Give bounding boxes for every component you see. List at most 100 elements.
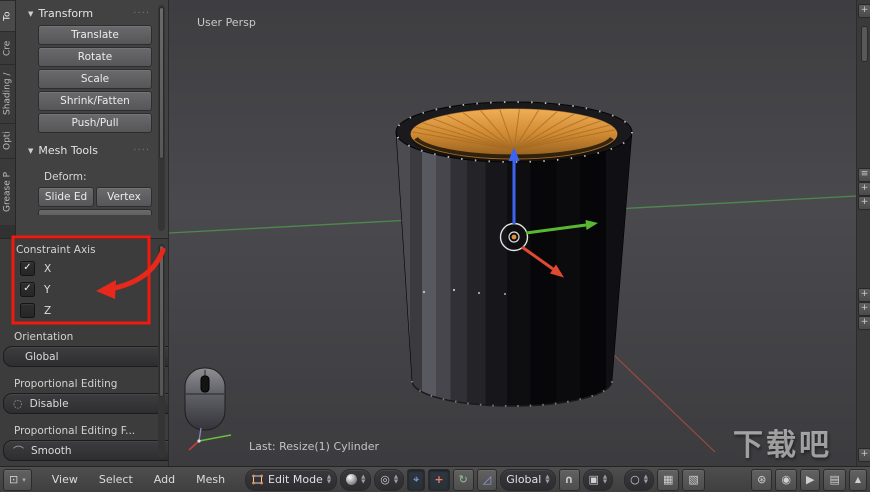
smooth-falloff-icon: ⌒	[13, 443, 24, 459]
rotate-button[interactable]: Rotate	[38, 47, 152, 67]
region-widget-button[interactable]: +	[858, 196, 870, 210]
viewport-shading-dropdown[interactable]: ▲▼	[340, 469, 371, 491]
editor-type-button[interactable]: ⊡ ▾	[3, 469, 32, 491]
layers-grid-icon: ▦	[663, 473, 673, 486]
snap-toggle-button[interactable]: ∩	[559, 469, 580, 491]
menu-select[interactable]: Select	[90, 473, 142, 486]
orientation-dropdown[interactable]: Global ▲▼	[3, 346, 182, 367]
proportional-editing-dropdown[interactable]: ◌ Disable ▲▼	[3, 393, 182, 414]
dropdown-arrow-icon: ▾	[22, 476, 26, 484]
occlude-geometry-icon: ▧	[688, 473, 698, 486]
interaction-mode-dropdown[interactable]: Edit Mode ▲▼	[245, 469, 337, 491]
manipulator-scale-button[interactable]: ◿	[477, 469, 497, 491]
tool-shelf-scrollbar[interactable]	[158, 5, 165, 231]
scale-manipulator-icon: ◿	[483, 473, 491, 486]
expand-panel-button[interactable]: +	[858, 288, 870, 302]
tab-tools[interactable]: To	[0, 0, 15, 31]
magnet-icon: ∩	[565, 473, 574, 486]
constraint-axis-z[interactable]: Z	[20, 303, 51, 318]
proportional-editing-dropdown-header[interactable]: ○ ▲▼	[624, 469, 654, 491]
blender-window: To Cre Shading / Opti Grease P ▼ Transfo…	[0, 0, 870, 492]
vertex-dot	[423, 291, 425, 293]
vertex-dot	[504, 293, 506, 295]
screen-layout-button[interactable]: ▤	[823, 469, 845, 491]
view-name-label: User Persp	[197, 16, 256, 29]
panel-grip-icon[interactable]: ····	[133, 145, 150, 156]
render-opengl-button[interactable]: ◉	[775, 469, 797, 491]
checkbox-y[interactable]: ✓	[20, 282, 35, 297]
settings-button[interactable]: ⊛	[751, 469, 772, 491]
checkbox-x[interactable]: ✓	[20, 261, 35, 276]
scrollbar-thumb[interactable]	[159, 245, 164, 397]
translate-button[interactable]: Translate	[38, 25, 152, 45]
menu-mesh[interactable]: Mesh	[187, 473, 234, 486]
mouse-graphic	[185, 368, 225, 430]
last-operator-status: Last: Resize(1) Cylinder	[249, 440, 379, 453]
constraint-axis-label: Constraint Axis	[16, 244, 96, 256]
proportional-editing-icon: ○	[630, 473, 640, 486]
render-still-icon: ◉	[781, 473, 791, 486]
expand-panel-button[interactable]: +	[858, 448, 870, 462]
stepper-arrows-icon: ▲▼	[545, 475, 549, 485]
tab-shading-uvs[interactable]: Shading /	[0, 64, 15, 123]
layers-widget-button[interactable]: ▦	[657, 469, 679, 491]
expand-panel-button[interactable]: +	[858, 316, 870, 330]
constraint-axis-x[interactable]: ✓ X	[20, 261, 51, 276]
manipulator-toggle-button[interactable]: ⌖	[407, 469, 425, 491]
operator-panel: Constraint Axis ✓ X ✓ Y Z Orientation Gl…	[0, 239, 168, 466]
right-scrollbar-thumb[interactable]	[861, 26, 868, 62]
transform-panel-header[interactable]: ▼ Transform ····	[16, 0, 152, 25]
limit-selection-button[interactable]: ▧	[682, 469, 704, 491]
expand-panel-button[interactable]: +	[858, 302, 870, 316]
disable-icon: ◌	[13, 397, 23, 410]
clipped-tool-button[interactable]	[38, 209, 152, 215]
viewport-scene	[169, 0, 857, 466]
panel-grip-icon[interactable]: ····	[133, 8, 150, 19]
menu-add[interactable]: Add	[145, 473, 184, 486]
screen-icon: ▤	[829, 473, 839, 486]
mesh-tools-panel-header[interactable]: ▼ Mesh Tools ····	[16, 137, 152, 162]
mesh-tools-panel-title: Mesh Tools	[38, 144, 98, 157]
region-widget-button[interactable]: ≡	[858, 168, 870, 182]
manipulator-rotate-button[interactable]: ↻	[453, 469, 474, 491]
transform-orientation-dropdown[interactable]: Global ▲▼	[500, 469, 555, 491]
3d-viewport[interactable]: User Persp Last: Resize(1) Cylinder	[168, 0, 857, 466]
scrollbar-thumb[interactable]	[159, 7, 164, 159]
orientation-value: Global	[25, 351, 59, 363]
gear-icon: ⊛	[757, 473, 766, 486]
translate-manipulator-icon: +	[434, 473, 443, 486]
menu-view[interactable]: View	[43, 473, 87, 486]
expand-properties-button[interactable]: +	[858, 4, 870, 18]
transform-panel-title: Transform	[38, 7, 93, 20]
tab-options[interactable]: Opti	[0, 123, 15, 158]
shrink-fatten-button[interactable]: Shrink/Fatten	[38, 91, 152, 111]
tab-grease-pencil[interactable]: Grease P	[0, 158, 15, 225]
tab-create[interactable]: Cre	[0, 31, 15, 64]
proportional-falloff-dropdown[interactable]: ⌒ Smooth ▲▼	[3, 440, 182, 461]
scale-button[interactable]: Scale	[38, 69, 152, 89]
stepper-arrows-icon: ▲▼	[644, 475, 648, 485]
push-pull-button[interactable]: Push/Pull	[38, 113, 152, 133]
pivot-icon: ◎	[380, 473, 390, 486]
proportional-editing-value: Disable	[30, 398, 69, 410]
render-animation-button[interactable]: ▶	[800, 469, 820, 491]
stepper-arrows-icon: ▲▼	[327, 475, 331, 485]
render-animation-icon: ▶	[806, 473, 814, 486]
stepper-arrows-icon: ▲▼	[603, 475, 607, 485]
checkbox-x-label: X	[44, 263, 51, 275]
checkbox-z[interactable]	[20, 303, 35, 318]
pivot-center-dropdown[interactable]: ◎ ▲▼	[374, 469, 404, 491]
tool-shelf-panels: To Cre Shading / Opti Grease P ▼ Transfo…	[0, 0, 168, 239]
snap-element-dropdown[interactable]: ▣ ▲▼	[583, 469, 614, 491]
right-region-strip: + ≡ + + + + + +	[856, 0, 870, 466]
checkbox-z-label: Z	[44, 305, 51, 317]
mode-value: Edit Mode	[268, 473, 323, 486]
constraint-axis-y[interactable]: ✓ Y	[20, 282, 50, 297]
manipulator-translate-button[interactable]: +	[428, 469, 449, 491]
slide-edge-button[interactable]: Slide Ed	[38, 187, 94, 207]
collapse-header-button[interactable]: ▲	[849, 469, 867, 491]
vertex-button[interactable]: Vertex	[96, 187, 152, 207]
operator-panel-scrollbar[interactable]	[158, 244, 165, 458]
region-widget-button[interactable]: +	[858, 182, 870, 196]
viewport-header-bar: ⊡ ▾ View Select Add Mesh Edit Mode ▲▼ ▲▼…	[0, 466, 870, 492]
